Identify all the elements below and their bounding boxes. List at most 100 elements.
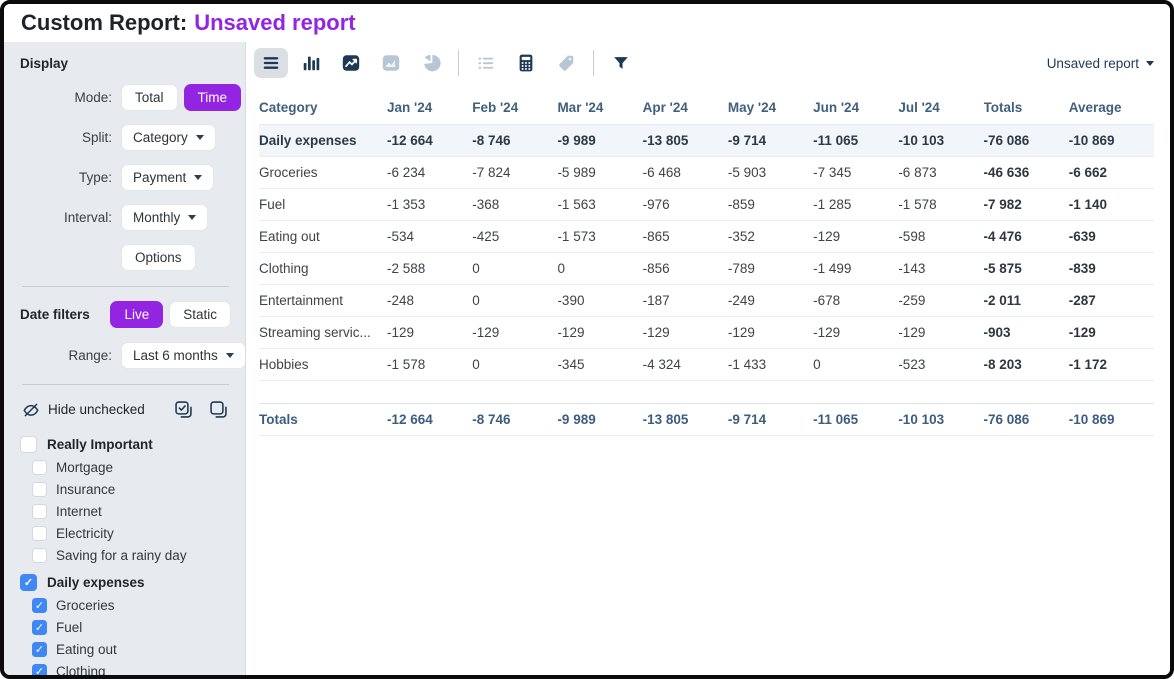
area-chart-icon	[381, 53, 401, 73]
column-header-may-24[interactable]: May '24	[728, 92, 813, 125]
filter-icon	[611, 53, 631, 73]
column-header-totals[interactable]: Totals	[984, 92, 1069, 125]
value-cell: -249	[728, 285, 813, 317]
column-header-feb-24[interactable]: Feb '24	[472, 92, 557, 125]
hide-unchecked-toggle[interactable]: Hide unchecked	[22, 401, 145, 419]
category-checkbox[interactable]	[20, 436, 37, 453]
spacer-row	[259, 381, 1154, 404]
value-cell: 0	[472, 349, 557, 381]
category-item-insurance: Insurance	[32, 482, 231, 497]
line-chart-button[interactable]	[334, 48, 368, 78]
date-filter-option-live[interactable]: Live	[110, 301, 163, 328]
range-dropdown[interactable]: Last 6 months	[121, 342, 246, 369]
category-checkbox[interactable]	[32, 548, 47, 563]
value-cell: -9 714	[728, 404, 813, 436]
check-all-button[interactable]	[173, 399, 194, 420]
bar-chart-button[interactable]	[294, 48, 328, 78]
divider	[22, 384, 229, 385]
category-label: Eating out	[56, 642, 117, 657]
table-view-icon	[261, 53, 281, 73]
category-cell: Hobbies	[259, 349, 387, 381]
value-cell: -1 499	[813, 253, 898, 285]
date-filter-option-static[interactable]: Static	[169, 301, 231, 328]
category-checkbox[interactable]	[32, 504, 47, 519]
category-checkbox[interactable]: ✓	[32, 598, 47, 613]
category-label: Fuel	[56, 620, 82, 635]
type-dropdown[interactable]: Payment	[121, 164, 214, 191]
list-button[interactable]	[469, 48, 503, 78]
value-cell: -129	[557, 317, 642, 349]
category-checkbox[interactable]	[32, 482, 47, 497]
mode-option-time[interactable]: Time	[184, 84, 242, 111]
value-cell: 0	[472, 285, 557, 317]
column-header-jul-24[interactable]: Jul '24	[898, 92, 983, 125]
column-header-jan-24[interactable]: Jan '24	[387, 92, 472, 125]
value-cell: -839	[1069, 253, 1154, 285]
table-row: Hobbies-1 5780-345-4 324-1 4330-523-8 20…	[259, 349, 1154, 381]
interval-dropdown[interactable]: Monthly	[121, 204, 208, 231]
options-button[interactable]: Options	[121, 244, 196, 271]
value-cell: -1 172	[1069, 349, 1154, 381]
uncheck-all-button[interactable]	[208, 399, 229, 420]
value-cell: 0	[813, 349, 898, 381]
range-label: Range:	[20, 348, 112, 363]
category-cell: Entertainment	[259, 285, 387, 317]
hide-unchecked-row: Hide unchecked	[22, 399, 229, 420]
category-checkbox[interactable]: ✓	[20, 574, 37, 591]
value-cell: -7 824	[472, 157, 557, 189]
category-checkbox[interactable]: ✓	[32, 642, 47, 657]
value-cell: -129	[1069, 317, 1154, 349]
value-cell: -76 086	[984, 125, 1069, 157]
category-checkbox[interactable]	[32, 526, 47, 541]
category-item-really-important: Really Important	[20, 436, 231, 453]
area-chart-button[interactable]	[374, 48, 408, 78]
value-cell: -1 433	[728, 349, 813, 381]
column-header-category[interactable]: Category	[259, 92, 387, 125]
table-view-button[interactable]	[254, 48, 288, 78]
report-table-container: CategoryJan '24Feb '24Mar '24Apr '24May …	[246, 82, 1170, 436]
filter-button[interactable]	[604, 48, 638, 78]
value-cell: -6 873	[898, 157, 983, 189]
column-header-mar-24[interactable]: Mar '24	[557, 92, 642, 125]
value-cell: -9 989	[557, 404, 642, 436]
value-cell: -5 903	[728, 157, 813, 189]
value-cell: -639	[1069, 221, 1154, 253]
table-row: Clothing-2 58800-856-789-1 499-143-5 875…	[259, 253, 1154, 285]
category-checkbox[interactable]: ✓	[32, 620, 47, 635]
value-cell: -129	[728, 317, 813, 349]
value-cell: -10 869	[1069, 125, 1154, 157]
tag-button[interactable]	[549, 48, 583, 78]
value-cell: -11 065	[813, 404, 898, 436]
value-cell: -976	[643, 189, 728, 221]
report-selector-dropdown[interactable]: Unsaved report	[1047, 56, 1154, 71]
value-cell: -259	[898, 285, 983, 317]
date-filters-row: Date filters LiveStatic	[20, 301, 231, 328]
value-cell: -6 234	[387, 157, 472, 189]
sidebar: Display Mode: TotalTime Split: Category …	[4, 42, 246, 675]
category-item-daily-expenses: ✓Daily expenses	[20, 574, 231, 591]
category-item-eating-out: ✓ Eating out	[32, 642, 231, 657]
app-window: Custom Report: Unsaved report Display Mo…	[0, 0, 1174, 679]
category-cell: Streaming servic...	[259, 317, 387, 349]
category-item-mortgage: Mortgage	[32, 460, 231, 475]
category-item-groceries: ✓Groceries	[32, 598, 231, 613]
mode-option-total[interactable]: Total	[121, 84, 178, 111]
column-header-jun-24[interactable]: Jun '24	[813, 92, 898, 125]
category-tree: Really ImportantMortgageInsuranceInterne…	[20, 436, 231, 675]
split-label: Split:	[20, 130, 112, 145]
split-dropdown[interactable]: Category	[121, 124, 216, 151]
column-header-average[interactable]: Average	[1069, 92, 1154, 125]
calculator-button[interactable]	[509, 48, 543, 78]
category-checkbox[interactable]: ✓	[32, 664, 47, 675]
chevron-down-icon	[196, 135, 204, 140]
column-header-apr-24[interactable]: Apr '24	[643, 92, 728, 125]
value-cell: -1 578	[898, 189, 983, 221]
category-label: Saving for a rainy day	[56, 548, 187, 563]
value-cell: -12 664	[387, 404, 472, 436]
pie-chart-button[interactable]	[414, 48, 448, 78]
value-cell: -1 353	[387, 189, 472, 221]
value-cell: -5 989	[557, 157, 642, 189]
category-cell: Clothing	[259, 253, 387, 285]
value-cell: -12 664	[387, 125, 472, 157]
category-checkbox[interactable]	[32, 460, 47, 475]
